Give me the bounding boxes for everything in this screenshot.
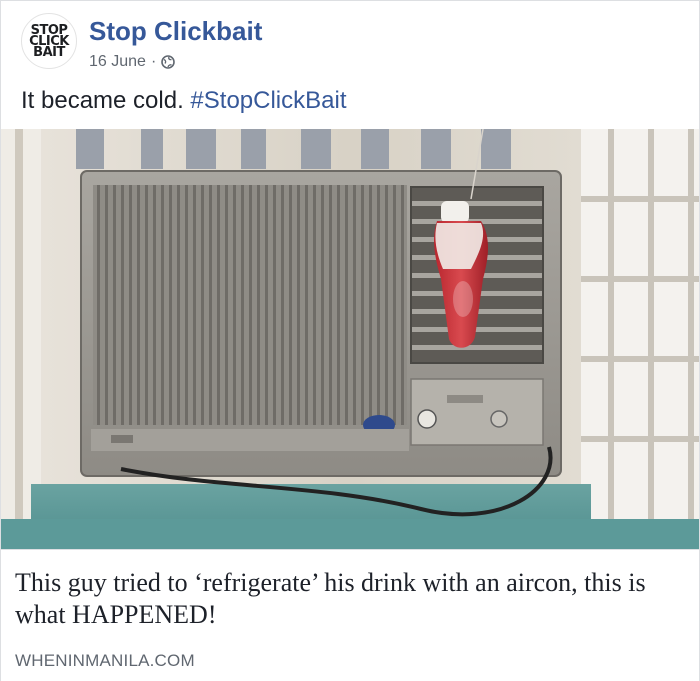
post-date[interactable]: 16 June [89, 53, 146, 71]
post-photo[interactable] [1, 129, 699, 549]
post-header: STOP CLICK BAIT Stop Clickbait 16 June · [21, 13, 681, 73]
page-avatar[interactable]: STOP CLICK BAIT [21, 13, 77, 69]
post-meta: 16 June · [89, 53, 176, 71]
post-message-text: It became cold. [21, 87, 184, 114]
facebook-post-card: STOP CLICK BAIT Stop Clickbait 16 June ·… [0, 0, 700, 681]
aircon-photo-illustration [1, 129, 699, 549]
hashtag-link[interactable]: #StopClickBait [190, 87, 346, 114]
globe-icon[interactable] [161, 55, 176, 69]
link-preview[interactable]: This guy tried to ‘refrigerate’ his drin… [1, 549, 699, 681]
page-name-link[interactable]: Stop Clickbait [89, 16, 262, 47]
avatar-text-line: BAIT [33, 44, 65, 60]
link-domain: WHENINMANILA.COM [15, 651, 195, 670]
post-message: It became cold. #StopClickBait [21, 87, 347, 115]
meta-separator: · [150, 53, 157, 70]
link-title[interactable]: This guy tried to ‘refrigerate’ his drin… [15, 567, 685, 631]
